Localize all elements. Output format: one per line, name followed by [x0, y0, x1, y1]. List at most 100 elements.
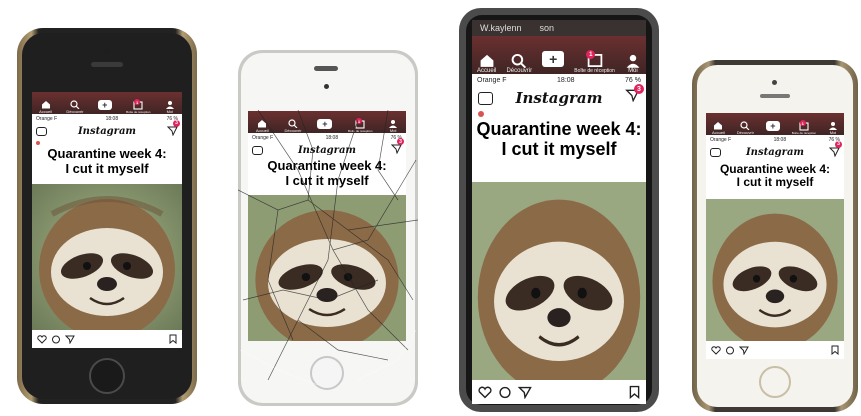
profile-icon	[389, 120, 398, 128]
post-caption: Quarantine week 4: I cut it myself	[472, 119, 646, 179]
carrier-label: Orange F	[477, 76, 507, 84]
nav-home[interactable]: Accueil	[256, 119, 269, 133]
phone-1-screen: Accueil Découvrir + 1 Boîte de réception…	[32, 92, 182, 348]
nav-inbox[interactable]: 1 Boîte de réception	[348, 118, 372, 133]
status-text: son	[539, 23, 555, 33]
nav-inbox[interactable]: 1 Boîte de réception	[574, 50, 615, 74]
nav-search[interactable]: Découvrir	[66, 100, 84, 114]
post-actions	[32, 330, 182, 348]
phone-2-home-button[interactable]	[310, 356, 344, 390]
camera-icon[interactable]	[710, 148, 721, 157]
sloth-image	[248, 195, 406, 341]
avatar	[36, 141, 40, 145]
post-caption: Quarantine week 4: I cut it myself	[32, 146, 182, 183]
instagram-logo: Instagram	[298, 144, 356, 156]
nav-plus[interactable]: +	[317, 119, 333, 133]
share-icon[interactable]	[65, 335, 75, 344]
phone-2-camera	[324, 84, 329, 89]
instagram-header: Instagram 3	[248, 138, 406, 159]
direct-message-icon	[390, 144, 402, 155]
instagram-logo: Instagram	[515, 89, 603, 107]
phone-4: Accueil Découvrir + 1 Boîte de réception…	[692, 60, 858, 412]
phone-1-speaker	[91, 62, 123, 67]
post-actions-left	[478, 386, 532, 399]
notification-badge: 1	[356, 118, 363, 124]
comment-icon[interactable]	[498, 386, 512, 399]
nav-me[interactable]: Moi	[828, 121, 838, 135]
share-icon[interactable]	[518, 386, 532, 399]
nav-inbox[interactable]: 1 Boîte de réception	[792, 120, 816, 135]
caption-line-1: Quarantine week 4:	[719, 162, 831, 176]
direct-message-icon	[166, 126, 178, 136]
phone-3-top-status: W.kaylenn son	[472, 20, 646, 36]
post-caption: Quarantine week 4: I cut it myself	[706, 162, 844, 197]
nav-home[interactable]: Accueil	[39, 100, 52, 114]
home-icon	[41, 101, 50, 109]
instagram-top-nav: Accueil Découvrir + 1 Boîte de réception…	[472, 36, 646, 76]
comment-icon[interactable]	[51, 335, 61, 344]
sloth-photo	[472, 182, 646, 380]
bookmark-icon[interactable]	[831, 345, 839, 355]
nav-home[interactable]: Accueil	[477, 53, 496, 74]
heart-icon[interactable]	[478, 386, 492, 399]
sloth-photo	[706, 199, 844, 341]
camera-icon[interactable]	[36, 127, 47, 136]
status-bar: Orange F 18:08 76 %	[706, 135, 844, 144]
direct-message-button[interactable]: 3	[625, 84, 644, 107]
camera-icon[interactable]	[478, 91, 493, 105]
status-bar: Orange F 18:08 76 %	[472, 74, 646, 86]
direct-message-button[interactable]: 3	[828, 140, 842, 162]
phone-2-speaker	[314, 66, 338, 71]
nav-search[interactable]: Découvrir	[506, 53, 532, 74]
dm-badge: 3	[835, 140, 842, 148]
search-icon	[70, 100, 80, 109]
nav-search[interactable]: Découvrir	[737, 121, 754, 135]
caption-line-1: Quarantine week 4:	[47, 146, 167, 161]
caption-line-2: I cut it myself	[285, 172, 369, 188]
phone-4-screen: Accueil Découvrir + 1 Boîte de réception…	[706, 113, 844, 359]
clock: 18:08	[773, 136, 787, 143]
nav-me[interactable]: Moi	[625, 53, 641, 74]
home-icon	[714, 122, 723, 130]
carrier-label: Orange F	[36, 115, 58, 122]
nav-plus[interactable]: +	[97, 100, 112, 114]
phone-4-home-button[interactable]	[759, 366, 791, 398]
nav-home[interactable]: Accueil	[712, 121, 725, 135]
search-icon	[740, 121, 750, 130]
nav-search[interactable]: Découvrir	[284, 119, 302, 133]
comment-icon[interactable]	[725, 346, 735, 355]
clock: 18:08	[325, 134, 339, 141]
caption-line-1: Quarantine week 4:	[476, 119, 642, 139]
instagram-top-nav: Accueil Découvrir + 1 Boîte de réception…	[248, 111, 406, 134]
clock: 18:08	[557, 76, 575, 84]
phone-3-screen: W.kaylenn son Accueil Découvrir + 1 Boît…	[472, 20, 646, 404]
plus-icon: +	[765, 121, 780, 131]
nav-inbox[interactable]: 1 Boîte de réception	[126, 99, 150, 114]
nav-plus[interactable]: +	[542, 51, 565, 74]
phone-1-home-button[interactable]	[89, 358, 125, 394]
status-bar: Orange F 18:08 76 %	[248, 133, 406, 142]
nav-me[interactable]: Moi	[165, 100, 175, 114]
post-actions	[706, 341, 844, 359]
status-username: W.kaylenn	[480, 23, 522, 33]
heart-icon[interactable]	[711, 345, 721, 355]
caption-line-2: I cut it myself	[736, 175, 814, 190]
caption-line-2: I cut it myself	[65, 160, 149, 176]
nav-me[interactable]: Moi	[388, 119, 398, 133]
heart-icon[interactable]	[37, 334, 47, 344]
bookmark-icon[interactable]	[169, 334, 177, 344]
caption-line-1: Quarantine week 4:	[267, 158, 387, 173]
direct-message-button[interactable]: 3	[166, 119, 180, 141]
post-user-line	[472, 110, 646, 118]
plus-icon: +	[542, 51, 565, 67]
camera-icon[interactable]	[252, 145, 263, 155]
home-icon	[480, 54, 494, 67]
nav-plus[interactable]: +	[765, 121, 780, 135]
share-icon[interactable]	[739, 346, 749, 355]
bookmark-icon[interactable]	[629, 385, 640, 399]
instagram-logo: Instagram	[746, 147, 804, 158]
carrier-label: Orange F	[710, 136, 732, 143]
dm-badge: 3	[397, 138, 404, 145]
sloth-image	[32, 184, 182, 330]
direct-message-button[interactable]: 3	[390, 138, 404, 159]
